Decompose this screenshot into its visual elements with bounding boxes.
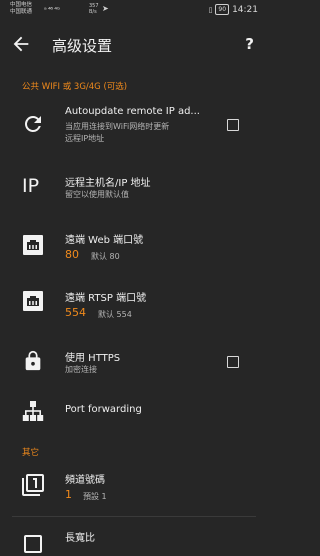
section-header-wifi: 公共 WIFI 或 3G/4G (可选)	[22, 82, 128, 92]
refresh-icon	[24, 115, 41, 132]
ethernet-port-icon	[23, 235, 43, 255]
divider	[12, 516, 256, 517]
channel-title: 頻道號碼	[65, 475, 105, 486]
https-subtitle: 加密连接	[65, 365, 97, 374]
https-checkbox[interactable]	[227, 356, 239, 368]
rtsp-port-title: 遠端 RTSP 端口號	[65, 293, 147, 304]
ip-icon: IP	[22, 175, 40, 197]
remote-host-subtitle: 留空以使用默认值	[65, 190, 129, 199]
page-title: 高级设置	[52, 37, 113, 55]
status-right: ▯ 90 14:21	[209, 4, 258, 15]
network-tree-icon	[22, 401, 44, 421]
autoupdate-title: Autoupdate remote IP ad...	[65, 106, 200, 117]
vibrate-icon: ▯	[208, 5, 213, 14]
back-arrow-icon[interactable]	[10, 33, 32, 55]
clock: 14:21	[232, 4, 258, 15]
web-port-title: 遠端 Web 端口號	[65, 235, 144, 246]
aspect-ratio-title: 長寬比	[65, 533, 95, 544]
autoupdate-ip-row[interactable]: Autoupdate remote IP ad... 当应用连接到WiFi网络时…	[0, 102, 266, 150]
battery-icon: 90	[215, 4, 230, 15]
aspect-ratio-row[interactable]: 長寬比	[0, 520, 266, 553]
help-button[interactable]: ?	[245, 35, 254, 53]
aspect-ratio-icon	[24, 535, 42, 553]
carrier-labels: 中国电信 中国联通	[10, 2, 32, 16]
remote-host-title: 远程主机名/IP 地址	[65, 178, 151, 189]
channel-value: 1	[65, 488, 72, 501]
autoupdate-checkbox[interactable]	[227, 119, 239, 131]
web-port-row[interactable]: 遠端 Web 端口號 80 默认 80	[0, 222, 266, 268]
web-port-value: 80	[65, 248, 79, 261]
rtsp-port-default: 默认 554	[98, 310, 132, 319]
channel-number-icon	[22, 474, 44, 496]
rtsp-port-value: 554	[65, 306, 86, 319]
rtsp-port-row[interactable]: 遠端 RTSP 端口號 554 默认 554	[0, 280, 266, 326]
app-bar: 高级设置 ?	[0, 22, 266, 68]
autoupdate-subtitle-1: 当应用连接到WiFi网络时更新	[65, 122, 170, 131]
ethernet-port-icon	[23, 291, 43, 311]
web-port-default: 默认 80	[91, 252, 120, 261]
send-icon: ➤	[102, 4, 109, 13]
autoupdate-subtitle-2: 远程IP地址	[65, 134, 105, 143]
carrier-1: 中国电信	[10, 2, 33, 8]
channel-row[interactable]: 頻道號碼 1 預設 1	[0, 462, 266, 506]
status-bar: 中国电信 中国联通 ᵃ ⁴⁶ ⁴ᴳ 357 B/s ➤ ▯ 90 14:21	[0, 0, 266, 22]
remote-host-row[interactable]: IP 远程主机名/IP 地址 留空以使用默认值	[0, 166, 266, 206]
network-speed: 357 B/s	[89, 3, 99, 15]
port-forwarding-row[interactable]: Port forwarding	[0, 392, 266, 430]
port-forwarding-title: Port forwarding	[65, 404, 142, 415]
carrier-2: 中国联通	[10, 9, 33, 15]
https-row[interactable]: 使用 HTTPS 加密连接	[0, 342, 266, 382]
https-title: 使用 HTTPS	[65, 353, 121, 364]
signal-icons: ᵃ ⁴⁶ ⁴ᴳ	[44, 6, 60, 14]
channel-default: 預設 1	[83, 492, 107, 501]
speed-unit: B/s	[89, 9, 97, 15]
lock-icon	[25, 350, 41, 371]
section-header-other: 其它	[22, 448, 40, 458]
